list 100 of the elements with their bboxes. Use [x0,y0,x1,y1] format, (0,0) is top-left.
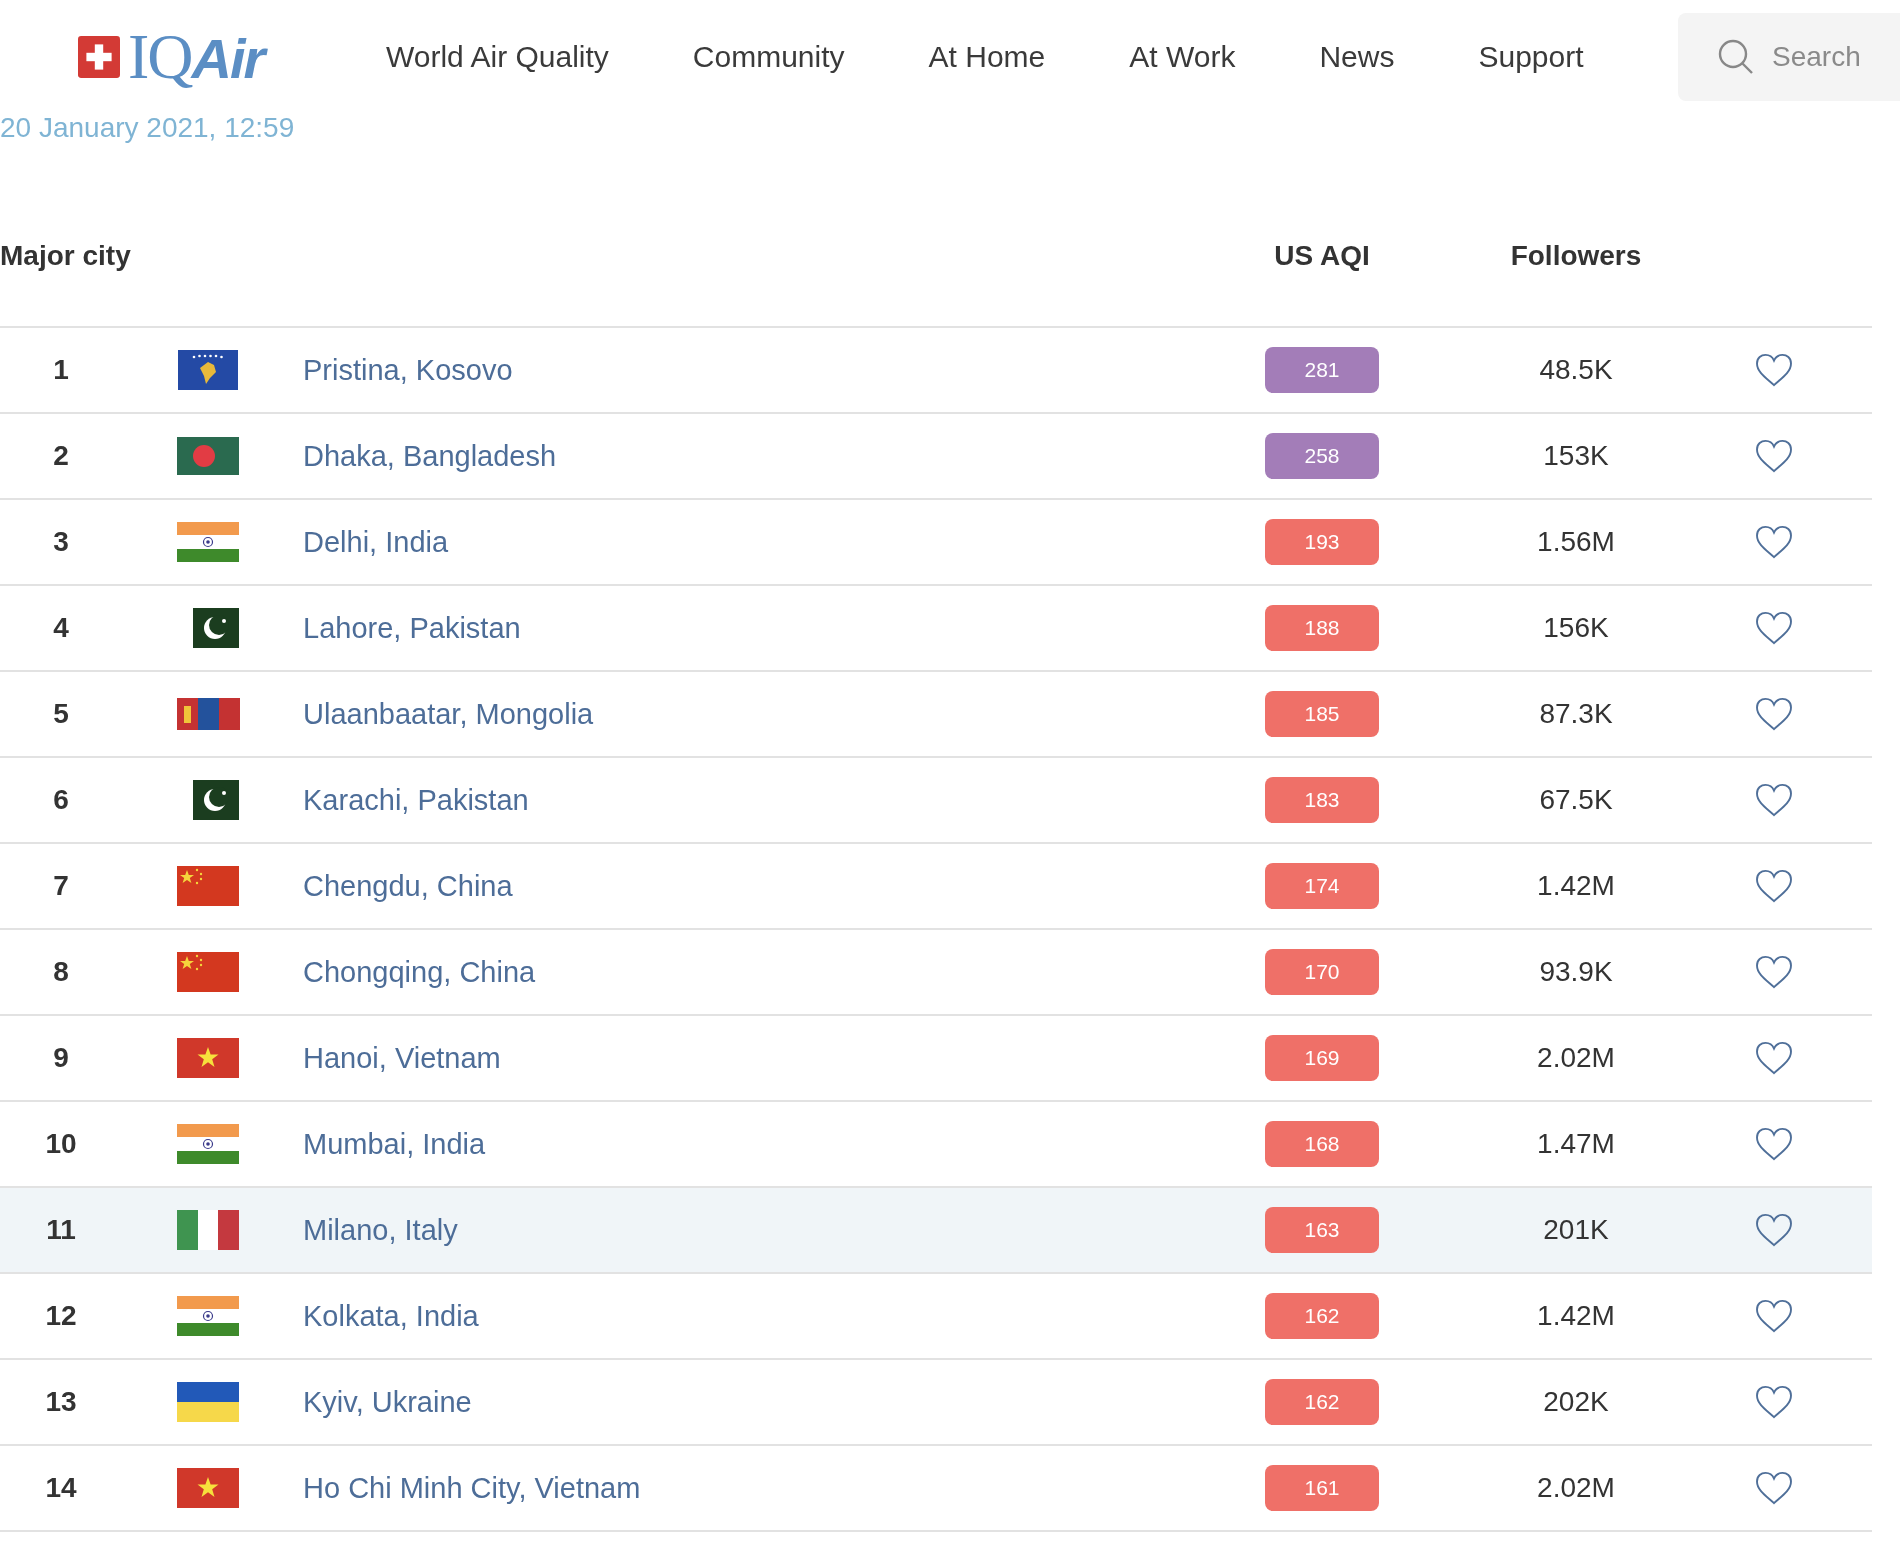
heart-icon[interactable] [1755,525,1793,559]
rank-number: 1 [52,354,70,386]
swiss-cross-icon [78,36,120,78]
rank-number: 5 [52,698,70,730]
aqi-badge: 169 [1265,1035,1379,1081]
followers-count: 1.42M [1536,1300,1616,1332]
heart-icon[interactable] [1755,1041,1793,1075]
flag-icon [177,1468,239,1508]
heart-icon[interactable] [1755,783,1793,817]
table-row[interactable]: 4 Lahore, Pakistan 188 156K [0,586,1872,672]
aqi-badge: 185 [1265,691,1379,737]
city-link[interactable]: Chengdu, China [303,869,1200,903]
nav-link[interactable]: At Home [928,40,1046,74]
followers-count: 1.56M [1536,526,1616,558]
table-row[interactable]: 9 Hanoi, Vietnam 169 2.02M [0,1016,1872,1102]
column-header: Major city [0,239,132,272]
rank-number: 4 [52,612,70,644]
heart-icon[interactable] [1755,1385,1793,1419]
table-row[interactable]: 11 Milano, Italy 163 201K [0,1188,1872,1274]
table-row[interactable]: 14 Ho Chi Minh City, Vietnam 161 2.02M [0,1446,1872,1532]
heart-icon[interactable] [1755,611,1793,645]
flag-icon [177,952,239,992]
table-row[interactable]: 8 Chongqing, China 170 93.9K [0,930,1872,1016]
flag-icon [193,608,239,648]
heart-icon[interactable] [1755,697,1793,731]
aqi-badge: 168 [1265,1121,1379,1167]
flag-icon [177,866,239,906]
aqi-badge: 188 [1265,605,1379,651]
followers-count: 153K [1542,440,1610,472]
rank-number: 2 [52,440,70,472]
followers-count: 201K [1542,1214,1610,1246]
rank-number: 8 [52,956,70,988]
flag-icon [177,1038,239,1078]
flag-icon [177,1296,239,1336]
flag-icon [176,698,240,730]
timestamp: 20 January 2021, 12:59 [0,112,296,144]
city-link[interactable]: Chongqing, China [303,955,1200,989]
table-row[interactable]: 13 Kyiv, Ukraine 162 202K [0,1360,1872,1446]
aqi-badge: 163 [1265,1207,1379,1253]
aqi-badge: 193 [1265,519,1379,565]
aqi-badge: 161 [1265,1465,1379,1511]
rank-number: 13 [44,1386,78,1418]
heart-icon[interactable] [1755,955,1793,989]
rank-number: 6 [52,784,70,816]
followers-count: 2.02M [1536,1472,1616,1504]
nav-link[interactable]: Community [692,40,845,74]
flag-icon [177,522,239,562]
search-input[interactable]: Search [1772,41,1892,73]
table-row[interactable]: 2 Dhaka, Bangladesh 258 153K [0,414,1872,500]
city-link[interactable]: Kyiv, Ukraine [303,1385,1200,1419]
heart-icon[interactable] [1755,1471,1793,1505]
aqi-badge: 183 [1265,777,1379,823]
aqi-badge: 170 [1265,949,1379,995]
flag-icon [178,350,238,390]
heart-icon[interactable] [1755,1299,1793,1333]
table-row[interactable]: 5 Ulaanbaatar, Mongolia 185 87.3K [0,672,1872,758]
city-link[interactable]: Hanoi, Vietnam [303,1041,1200,1075]
nav-link[interactable]: News [1319,40,1395,74]
column-header: Followers [1509,239,1643,272]
city-link[interactable]: Karachi, Pakistan [303,783,1200,817]
flag-icon [177,1210,239,1250]
city-link[interactable]: Delhi, India [303,525,1200,559]
city-link[interactable]: Mumbai, India [303,1127,1200,1161]
nav-link[interactable]: Support [1478,40,1584,74]
table-row[interactable]: 7 Chengdu, China 174 1.42M [0,844,1872,930]
flag-icon [193,780,239,820]
city-link[interactable]: Ulaanbaatar, Mongolia [303,697,1200,731]
nav-link[interactable]: At Work [1129,40,1236,74]
followers-count: 156K [1542,612,1610,644]
search-field[interactable]: Search [1678,13,1900,101]
nav-link[interactable]: World Air Quality [386,40,609,74]
table-row[interactable]: 1 Pristina, Kosovo 281 48.5K [0,328,1872,414]
followers-count: 2.02M [1536,1042,1616,1074]
heart-icon[interactable] [1755,869,1793,903]
rank-number: 9 [52,1042,70,1074]
table-row[interactable]: 3 Delhi, India 193 1.56M [0,500,1872,586]
aqi-badge: 162 [1265,1379,1379,1425]
followers-count: 1.42M [1536,870,1616,902]
table-row[interactable]: 12 Kolkata, India 162 1.42M [0,1274,1872,1360]
aqi-badge: 281 [1265,347,1379,393]
rank-number: 12 [44,1300,78,1332]
city-link[interactable]: Kolkata, India [303,1299,1200,1333]
city-link[interactable]: Lahore, Pakistan [303,611,1200,645]
followers-count: 202K [1542,1386,1610,1418]
aqi-badge: 258 [1265,433,1379,479]
rank-number: 11 [45,1214,77,1246]
heart-icon[interactable] [1755,1213,1793,1247]
city-link[interactable]: Dhaka, Bangladesh [303,439,1200,473]
followers-count: 67.5K [1538,784,1614,816]
aqi-badge: 174 [1265,863,1379,909]
heart-icon[interactable] [1755,439,1793,473]
city-link[interactable]: Milano, Italy [303,1213,1200,1247]
flag-icon [177,1124,239,1164]
followers-count: 87.3K [1538,698,1614,730]
city-link[interactable]: Pristina, Kosovo [303,353,1200,387]
heart-icon[interactable] [1755,353,1793,387]
city-link[interactable]: Ho Chi Minh City, Vietnam [303,1471,1200,1505]
table-row[interactable]: 6 Karachi, Pakistan 183 67.5K [0,758,1872,844]
column-header: US AQI [1273,239,1371,272]
heart-icon[interactable] [1755,1127,1793,1161]
